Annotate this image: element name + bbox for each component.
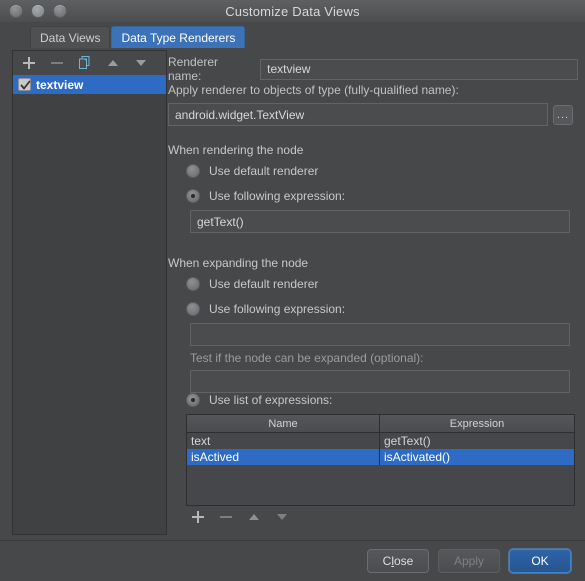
- arrow-up-icon[interactable]: [105, 55, 121, 71]
- close-label-pre: C: [382, 554, 392, 568]
- expanding-default-radio-row[interactable]: Use default renderer: [186, 277, 318, 291]
- table-row[interactable]: isActived isActivated(): [187, 449, 574, 465]
- tab-bar: Data Views Data Type Renderers: [0, 22, 585, 48]
- list-item[interactable]: textview: [13, 75, 166, 94]
- dialog-buttons: Cl ose Apply OK: [367, 549, 571, 573]
- dialog-footer: Cl ose Apply OK: [0, 540, 585, 581]
- expand-test-label: Test if the node can be expanded (option…: [190, 351, 424, 365]
- ellipsis-icon: ...: [556, 108, 570, 121]
- apply-renderer-label: Apply renderer to objects of type (fully…: [168, 83, 459, 97]
- expanding-list-label: Use list of expressions:: [209, 393, 333, 407]
- list-item-label: textview: [36, 77, 84, 92]
- close-button-footer[interactable]: Cl ose: [367, 549, 429, 573]
- cell-name[interactable]: text: [187, 433, 380, 449]
- minus-icon: [49, 55, 65, 71]
- expanding-expression-label: Use following expression:: [209, 302, 346, 316]
- rendering-default-label: Use default renderer: [209, 164, 319, 178]
- arrow-down-icon[interactable]: [133, 55, 149, 71]
- radio-checked-icon[interactable]: [186, 189, 200, 203]
- tab-data-views[interactable]: Data Views: [30, 26, 111, 48]
- expanding-section-title: When expanding the node: [168, 256, 309, 270]
- radio-unchecked-icon[interactable]: [186, 164, 200, 178]
- qualified-type-input[interactable]: android.widget.TextView: [168, 103, 548, 126]
- rendering-expression-radio-row[interactable]: Use following expression:: [186, 189, 345, 203]
- dialog-content: textview Renderer name: textview Apply r…: [0, 48, 585, 540]
- renderers-list-panel: textview: [12, 50, 167, 535]
- minus-icon: [218, 509, 234, 525]
- rendering-expression-label: Use following expression:: [209, 189, 346, 203]
- expanding-expression-radio-row[interactable]: Use following expression:: [186, 302, 345, 316]
- apply-button: Apply: [438, 549, 500, 573]
- plus-icon[interactable]: [21, 55, 37, 71]
- zoom-button[interactable]: [53, 4, 67, 18]
- minimize-button[interactable]: [31, 4, 45, 18]
- expressions-table-toolbar: [190, 509, 290, 525]
- plus-icon[interactable]: [190, 509, 206, 525]
- column-header-expression[interactable]: Expression: [380, 415, 574, 432]
- expressions-table[interactable]: Name Expression text getText() isActived…: [186, 414, 575, 506]
- rendering-section-title: When rendering the node: [168, 143, 304, 157]
- arrow-down-icon: [274, 509, 290, 525]
- expand-test-input[interactable]: [190, 370, 570, 393]
- window-titlebar: Customize Data Views: [0, 0, 585, 23]
- column-header-name[interactable]: Name: [187, 415, 380, 432]
- table-row[interactable]: text getText(): [187, 433, 574, 449]
- renderers-list-toolbar: [13, 51, 166, 75]
- expanding-default-label: Use default renderer: [209, 277, 319, 291]
- arrow-up-icon: [246, 509, 262, 525]
- cell-expression[interactable]: isActivated(): [380, 449, 574, 465]
- rendering-expression-input[interactable]: getText(): [190, 210, 570, 233]
- radio-unchecked-icon[interactable]: [186, 277, 200, 291]
- window-controls: [9, 4, 67, 18]
- radio-unchecked-icon[interactable]: [186, 302, 200, 316]
- expanding-list-radio-row[interactable]: Use list of expressions:: [186, 393, 332, 407]
- browse-type-button[interactable]: ...: [553, 104, 573, 125]
- expanding-expression-input[interactable]: [190, 323, 570, 346]
- checkbox-icon[interactable]: [18, 78, 31, 91]
- rendering-default-radio-row[interactable]: Use default renderer: [186, 164, 318, 178]
- renderer-name-input[interactable]: textview: [260, 58, 578, 80]
- ok-button[interactable]: OK: [509, 549, 571, 573]
- close-label-post: ose: [393, 554, 414, 568]
- table-header-row: Name Expression: [187, 415, 574, 433]
- tab-data-type-renderers[interactable]: Data Type Renderers: [111, 26, 246, 48]
- renderers-list[interactable]: textview: [13, 75, 166, 534]
- renderer-settings-panel: Renderer name: textview Apply renderer t…: [168, 50, 578, 535]
- window-title: Customize Data Views: [225, 3, 360, 19]
- close-button[interactable]: [9, 4, 23, 18]
- copy-icon[interactable]: [77, 55, 93, 71]
- radio-checked-icon[interactable]: [186, 393, 200, 407]
- cell-name[interactable]: isActived: [187, 449, 380, 465]
- cell-expression[interactable]: getText(): [380, 433, 574, 449]
- renderer-name-label: Renderer name:: [168, 55, 219, 83]
